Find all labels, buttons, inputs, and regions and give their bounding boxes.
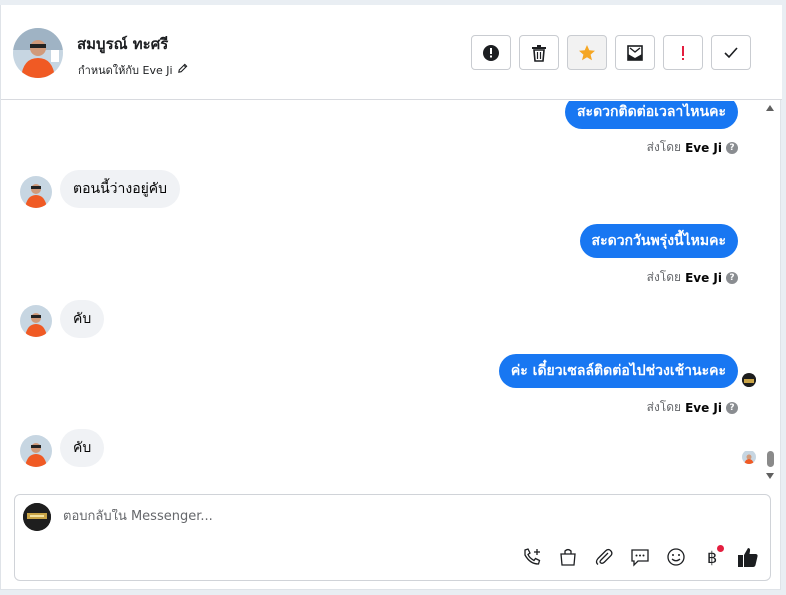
reply-composer: ฿ [14,494,771,581]
scroll-up-arrow-icon[interactable] [766,105,774,111]
shopping-bag-icon [560,548,576,566]
sender-name: Eve Ji [685,270,722,285]
call-button[interactable] [520,545,544,569]
question-icon[interactable]: ? [726,401,738,414]
star-icon [579,44,595,60]
smiley-icon [667,548,685,566]
message-scrollbar[interactable] [765,101,777,493]
scroll-down-arrow-icon[interactable] [766,473,774,479]
scroll-thumb[interactable] [767,451,774,467]
message-list[interactable]: สะดวกติดต่อเวลาไหนคะ ส่งโดย Eve Ji ? ตอน… [1,101,782,493]
contact-seen-avatar [742,450,756,464]
sent-by-label: ส่งโดย [646,400,682,414]
conversation-panel: สมบูรณ์ ทะศรี กำหนดให้กับ Eve Ji สะดวกติ… [0,5,782,590]
attach-button[interactable] [592,545,616,569]
message-bubble-outgoing[interactable]: สะดวกติดต่อเวลาไหนคะ [565,101,738,129]
sender-name: Eve Ji [685,400,722,415]
message-bubble-incoming[interactable]: ตอนนี้ว่างอยู่คับ [60,170,181,208]
exclamation-icon [682,45,684,60]
sent-by-line: ส่งโดย Eve Ji ? [647,138,738,157]
payment-button[interactable]: ฿ [700,545,724,569]
reply-input[interactable] [63,509,663,524]
paperclip-icon [595,548,613,565]
thumbs-up-icon [738,548,758,567]
star-button[interactable] [567,35,607,70]
report-button[interactable] [471,35,511,70]
question-icon[interactable]: ? [726,271,738,284]
page-avatar [23,503,51,531]
sent-by-line: ส่งโดย Eve Ji ? [647,398,738,417]
done-button[interactable] [711,35,751,70]
message-bubble-incoming[interactable]: คับ [60,300,105,338]
trash-icon [532,44,546,62]
check-icon [724,46,738,58]
emoji-button[interactable] [664,545,688,569]
sent-by-label: ส่งโดย [646,140,682,154]
sent-by-label: ส่งโดย [646,270,682,284]
svg-text:฿: ฿ [707,548,717,567]
pencil-icon[interactable] [177,63,188,77]
mark-unread-button[interactable] [615,35,655,70]
delete-button[interactable] [519,35,559,70]
composer-actions: ฿ [520,545,760,569]
conversation-header: สมบูรณ์ ทะศรี กำหนดให้กับ Eve Ji [1,5,782,100]
chat-bubble-icon [631,549,649,567]
like-button[interactable] [736,545,760,569]
contact-avatar[interactable] [13,28,63,78]
contact-avatar-small [20,176,52,208]
message-bubble-outgoing[interactable]: ค่ะ เดี๋ยวเซลล์ติดต่อไปช่วงเช้านะคะ [498,354,738,388]
contact-name[interactable]: สมบูรณ์ ทะศรี [77,32,168,56]
question-icon[interactable]: ? [726,141,738,154]
page-seen-avatar [742,373,756,387]
assigned-to-text: กำหนดให้กับ Eve Ji [78,64,173,77]
alert-circle-icon [483,44,499,61]
contact-avatar-small [20,305,52,337]
saved-replies-button[interactable] [628,545,652,569]
message-bubble-incoming[interactable]: คับ [60,429,105,467]
contact-avatar-small [20,435,52,467]
important-button[interactable] [663,35,703,70]
sent-by-line: ส่งโดย Eve Ji ? [647,268,738,287]
conversation-toolbar [471,35,751,70]
notification-dot [717,545,724,552]
sender-name: Eve Ji [685,140,722,155]
shop-button[interactable] [556,545,580,569]
envelope-icon [627,44,643,61]
phone-plus-icon [524,548,541,565]
assignment-label[interactable]: กำหนดให้กับ Eve Ji [78,61,188,79]
message-bubble-outgoing[interactable]: สะดวกวันพรุ่งนี้ไหมคะ [579,224,738,258]
